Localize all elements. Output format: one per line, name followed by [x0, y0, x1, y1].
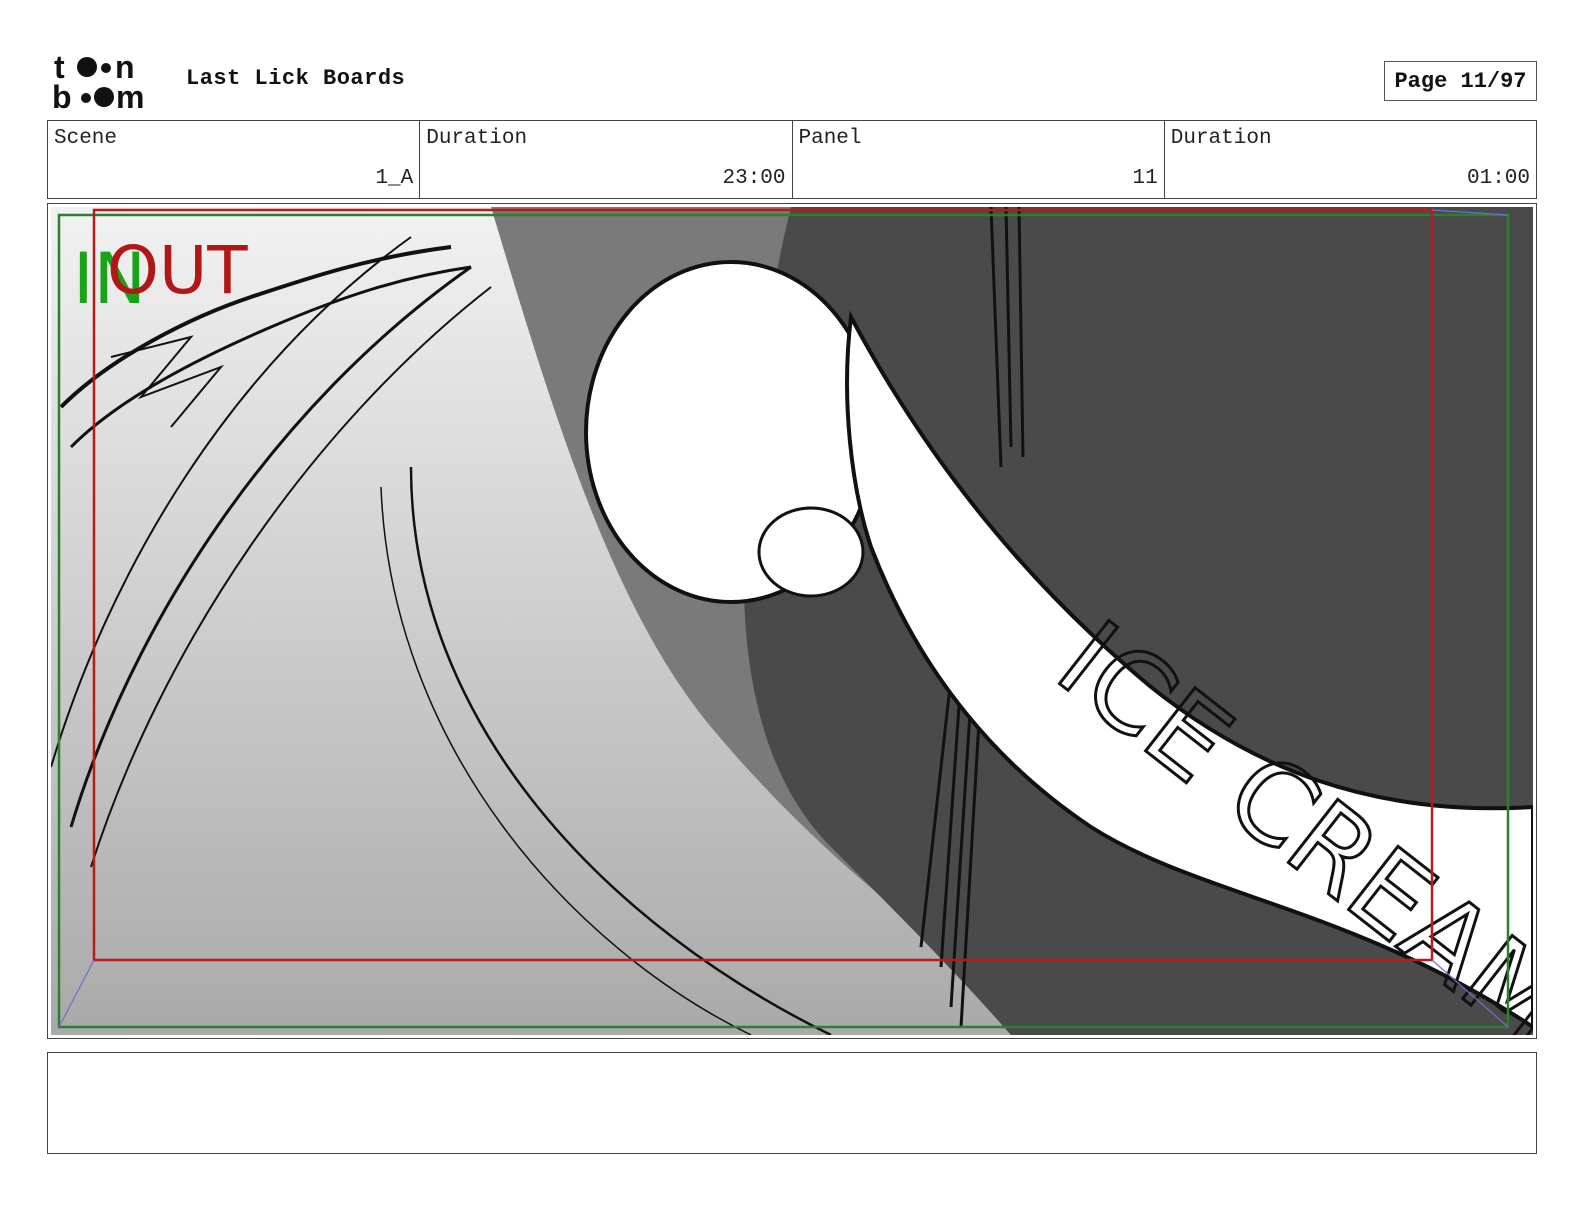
out-marker: OUT [107, 232, 248, 309]
scene-duration-value: 23:00 [722, 167, 786, 190]
panel-notes-box [47, 1052, 1537, 1154]
panel-duration-label: Duration [1170, 127, 1272, 150]
storyboard-panel-drawing: ICE CREAM IN OUT [51, 207, 1533, 1035]
scene-duration-label: Duration [426, 127, 528, 150]
panel-label: Panel [798, 127, 862, 150]
scene-duration-cell: Duration 23:00 [420, 121, 793, 198]
scene-cell: Scene 1_A [48, 121, 421, 198]
scene-label: Scene [54, 127, 118, 150]
svg-text:m: m [116, 79, 144, 112]
page-indicator: Page 11/97 [1384, 61, 1537, 101]
toonboom-logo: toon t n b m [52, 50, 144, 112]
panel-cell: Panel 11 [793, 121, 1165, 198]
panel-info-row: Scene 1_A Duration 23:00 Panel 11 Durati… [47, 120, 1537, 199]
panel-duration-cell: Duration 01:00 [1165, 121, 1536, 198]
svg-text:b: b [52, 79, 72, 112]
project-title: Last Lick Boards [186, 66, 406, 91]
panel-value: 11 [1132, 167, 1158, 190]
panel-duration-value: 01:00 [1466, 167, 1530, 190]
scene-value: 1_A [375, 167, 414, 190]
